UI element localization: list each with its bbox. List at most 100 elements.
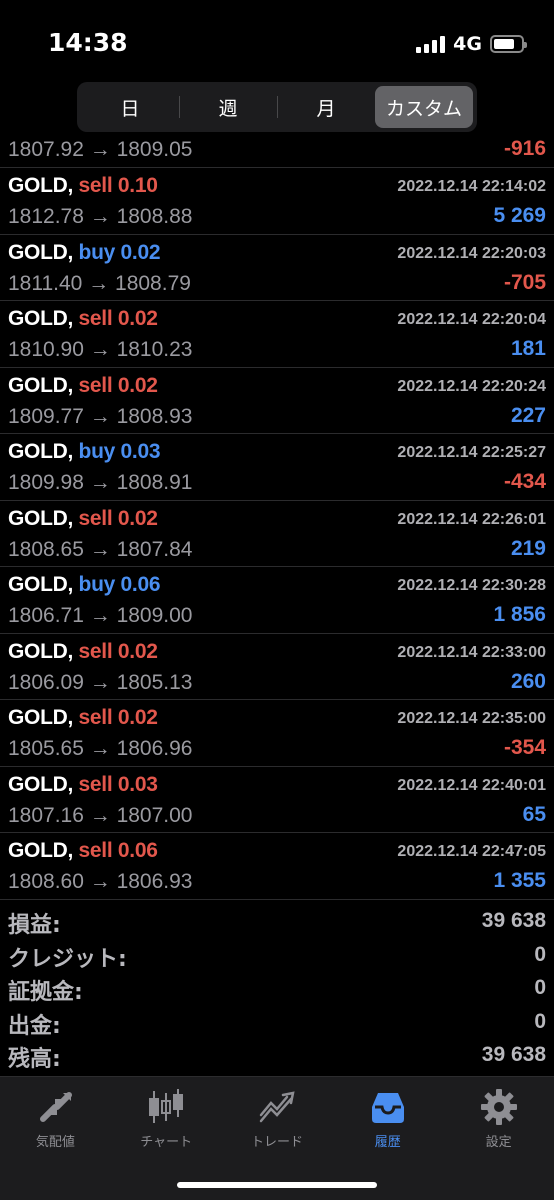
deal-prices: 1812.78 → 1808.88 [8, 205, 193, 228]
deal-time: 2022.12.14 22:40:01 [397, 776, 546, 794]
deal-time: 2022.12.14 22:25:27 [397, 444, 546, 461]
status-bar: 14:38 4G [0, 0, 554, 80]
status-indicators: 4G [416, 33, 527, 55]
deal-time: 2022.12.14 22:30:28 [397, 577, 546, 594]
candlestick-chart-icon [146, 1087, 186, 1127]
deal-prices: 1809.98 → 1808.91 [8, 471, 193, 494]
tab-candlestick-chart[interactable]: チャート [111, 1077, 222, 1157]
deal-volume: 0.02 [117, 639, 158, 663]
deal-prices: 1807.92 → 1809.05 [8, 138, 193, 161]
deal-title: GOLD, buy 0.03 [8, 440, 161, 464]
deal-prices: 1807.16 → 1807.00 [8, 803, 193, 827]
deal-volume: 0.03 [117, 772, 158, 796]
deal-side: sell [78, 772, 113, 796]
deal-prices: 1809.77 → 1808.93 [8, 404, 193, 428]
deal-time: 2022.12.14 22:20:24 [397, 377, 546, 395]
deal-side: sell [78, 839, 113, 862]
deal-title: GOLD, sell 0.03 [8, 773, 158, 797]
deal-row[interactable]: GOLD, buy 0.06 2022.12.14 22:30:28 1806.71… [0, 567, 554, 634]
deal-prices: 1806.71 → 1809.00 [8, 604, 193, 627]
deal-row[interactable]: GOLD, sell 0.02 2022.12.14 22:35:00 1805.6… [0, 700, 554, 767]
deal-time: 2022.12.14 22:26:01 [397, 510, 546, 528]
deal-side: sell [78, 639, 113, 663]
deal-volume: 0.10 [117, 174, 158, 197]
deal-symbol: GOLD, [8, 573, 73, 596]
summary-value: 0 [534, 1009, 546, 1033]
tab-history-inbox[interactable]: 履歴 [332, 1077, 443, 1157]
deal-title: GOLD, buy 0.02 [8, 240, 161, 265]
tab-quotes-arrows[interactable]: 気配値 [0, 1077, 111, 1157]
period-tab-0[interactable]: 日 [81, 86, 179, 128]
period-tab-1[interactable]: 週 [179, 86, 277, 128]
bottom-tab-bar: 気配値 チャート トレード 履歴 設定 [0, 1076, 554, 1200]
deal-row-partial[interactable]: 1807.92 → 1809.05 -916 [0, 136, 554, 168]
deal-row[interactable]: GOLD, sell 0.02 2022.12.14 22:33:00 1806.0… [0, 634, 554, 700]
deal-row[interactable]: GOLD, sell 0.03 2022.12.14 22:40:01 1807.1… [0, 767, 554, 833]
period-segmented-control: 日週月カスタム [77, 82, 477, 132]
deal-volume: 0.03 [120, 440, 161, 463]
deal-prices: 1806.09 → 1805.13 [8, 670, 193, 694]
deal-profit: -434 [503, 470, 546, 493]
summary-label: 損益: [8, 913, 61, 938]
deal-row[interactable]: GOLD, sell 0.06 2022.12.14 22:47:05 1808.6… [0, 833, 554, 900]
deal-profit: 227 [510, 403, 546, 427]
deal-title: GOLD, sell 0.02 [8, 706, 158, 730]
deal-side: sell [78, 174, 113, 197]
deal-profit: 1 856 [493, 603, 546, 626]
summary-value: 0 [534, 942, 546, 966]
deal-title: GOLD, sell 0.06 [8, 839, 158, 863]
tab-label: 気配値 [35, 1135, 75, 1150]
tab-label: 設定 [485, 1135, 512, 1150]
deal-symbol: GOLD, [8, 373, 73, 397]
deal-time: 2022.12.14 22:20:03 [397, 244, 546, 262]
period-tab-3[interactable]: カスタム [375, 86, 473, 128]
summary-label: クレジット: [8, 946, 127, 972]
deal-profit: 65 [522, 802, 546, 826]
tab-label: チャート [140, 1135, 193, 1150]
home-indicator [177, 1182, 377, 1188]
deal-symbol: GOLD, [8, 307, 73, 330]
deal-row[interactable]: GOLD, sell 0.10 2022.12.14 22:14:02 1812.7… [0, 168, 554, 235]
deal-row[interactable]: GOLD, buy 0.03 2022.12.14 22:25:27 1809.98… [0, 434, 554, 501]
deal-side: buy [78, 573, 116, 596]
deal-side: buy [78, 240, 116, 264]
summary-label: 残高: [8, 1047, 61, 1072]
deal-profit: 219 [510, 536, 546, 560]
deal-title: GOLD, sell 0.02 [8, 374, 158, 398]
deal-volume: 0.02 [117, 506, 158, 530]
quotes-arrows-icon [35, 1087, 75, 1127]
deal-symbol: GOLD, [8, 839, 73, 862]
deal-profit: 5 269 [493, 204, 546, 227]
deal-profit: 260 [510, 669, 546, 693]
deal-prices: 1808.60 → 1806.93 [8, 870, 193, 893]
deal-volume: 0.02 [120, 240, 161, 264]
deal-row[interactable]: GOLD, sell 0.02 2022.12.14 22:20:04 1810.9… [0, 301, 554, 368]
deal-volume: 0.02 [117, 706, 158, 729]
network-type: 4G [453, 33, 482, 55]
deal-title: GOLD, sell 0.02 [8, 507, 158, 531]
deal-profit: 181 [510, 337, 546, 360]
deal-time: 2022.12.14 22:35:00 [397, 710, 546, 727]
deal-symbol: GOLD, [8, 240, 73, 264]
deal-volume: 0.06 [117, 839, 158, 862]
deal-row[interactable]: GOLD, sell 0.02 2022.12.14 22:26:01 1808.6… [0, 501, 554, 567]
deal-time: 2022.12.14 22:14:02 [397, 178, 546, 195]
deal-side: sell [78, 373, 113, 397]
period-tab-2[interactable]: 月 [277, 86, 375, 128]
summary-row: 出金: 0 [0, 1005, 554, 1039]
tab-label: トレード [250, 1135, 303, 1150]
deal-title: GOLD, sell 0.10 [8, 174, 158, 198]
tab-gear[interactable]: 設定 [443, 1077, 554, 1157]
deal-symbol: GOLD, [8, 506, 73, 530]
tab-trade-line[interactable]: トレード [222, 1077, 333, 1157]
account-summary: 損益: 39 638 クレジット: 0 証拠金: 0 出金: 0 残高: 39 638 [0, 904, 554, 1072]
summary-row: 損益: 39 638 [0, 904, 554, 938]
deal-time: 2022.12.14 22:20:04 [397, 311, 546, 328]
deal-row[interactable]: GOLD, sell 0.02 2022.12.14 22:20:24 1809.7… [0, 368, 554, 434]
deal-time: 2022.12.14 22:47:05 [397, 843, 546, 860]
deal-profit: -705 [503, 270, 546, 294]
deal-row[interactable]: GOLD, buy 0.02 2022.12.14 22:20:03 1811.40… [0, 235, 554, 301]
deal-time: 2022.12.14 22:33:00 [397, 643, 546, 661]
deal-history-list[interactable]: 1807.92 → 1809.05 -916 GOLD, sell 0.10 20… [0, 136, 554, 900]
summary-row: 残高: 39 638 [0, 1038, 554, 1072]
